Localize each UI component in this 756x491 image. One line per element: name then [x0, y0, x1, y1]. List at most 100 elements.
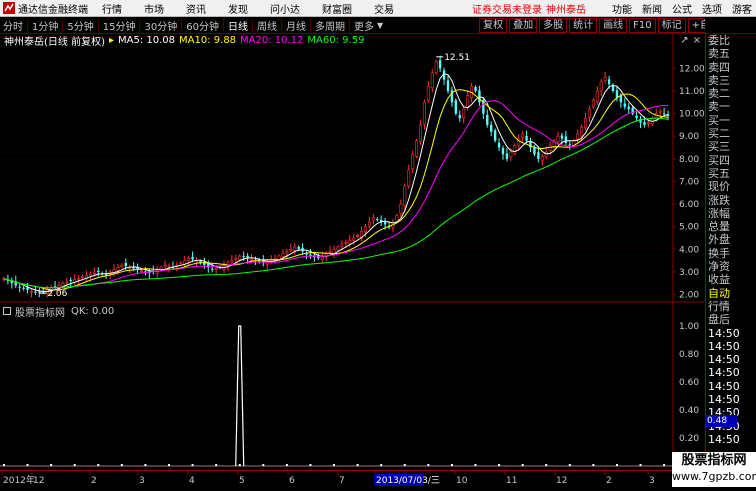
- close-icon[interactable]: ×: [693, 35, 701, 46]
- period-weekly[interactable]: 周线: [254, 18, 280, 33]
- candle-body: [466, 95, 470, 108]
- candle-body: [478, 90, 481, 103]
- divider: [181, 19, 183, 31]
- period-15min[interactable]: 15分钟: [100, 18, 139, 33]
- draw-line-button[interactable]: 画线: [599, 17, 628, 33]
- period-60min[interactable]: 60分钟: [183, 18, 222, 33]
- indicator-tick-label: 1.00: [679, 322, 699, 332]
- price-tick-label: 7.00: [679, 177, 699, 187]
- menu-discover[interactable]: 发现: [228, 1, 248, 16]
- candle-body: [658, 111, 662, 113]
- candle-body: [584, 117, 588, 129]
- menu-ask[interactable]: 问小达: [270, 1, 300, 16]
- period-1min[interactable]: 1分钟: [29, 18, 61, 33]
- candle-body: [572, 140, 576, 146]
- candle-body: [273, 257, 277, 260]
- quote-label-bid2: 买二: [708, 127, 730, 141]
- candle-body: [623, 103, 627, 107]
- mark-button[interactable]: 标记: [657, 17, 686, 33]
- price-tick-label: 12.00: [679, 64, 704, 74]
- indicator-tick-label: 0.60: [679, 378, 699, 388]
- x-tick-label: 2: [606, 476, 612, 486]
- menu-news-right[interactable]: 新闻: [642, 1, 662, 16]
- x-tick-label: 2013/07/03/三: [376, 476, 440, 486]
- divider: [309, 19, 311, 31]
- settings-icon[interactable]: ▸: [109, 35, 114, 46]
- price-tick-label: 3.00: [679, 268, 699, 278]
- candle-body: [363, 226, 367, 233]
- x-tick-label: 6: [289, 476, 295, 486]
- multi-stock-button[interactable]: 多股: [539, 17, 568, 33]
- period-5min[interactable]: 5分钟: [64, 18, 96, 33]
- indicator-square-icon[interactable]: [3, 307, 11, 315]
- candle-body: [116, 267, 120, 271]
- candle-body: [560, 135, 564, 139]
- period-30min[interactable]: 30分钟: [141, 18, 180, 33]
- menu-quotes[interactable]: 行情: [102, 1, 122, 16]
- period-daily[interactable]: 日线: [225, 18, 251, 33]
- candle-body: [462, 108, 466, 119]
- candle-body: [635, 115, 638, 119]
- guest-label[interactable]: 游客: [732, 1, 752, 16]
- quote-label-outer: 外盘: [708, 233, 730, 247]
- x-tick-label: 11: [506, 476, 517, 486]
- x-tick-label: 2012年: [3, 474, 35, 486]
- candle-body: [297, 246, 300, 250]
- menu-wealth[interactable]: 财富圈: [322, 1, 352, 16]
- quote-label-bid3: 买三: [708, 140, 730, 154]
- period-intraday[interactable]: 分时: [0, 18, 26, 33]
- divider: [251, 19, 253, 31]
- period-multi[interactable]: 多周期: [312, 18, 348, 33]
- x-tick-label: 5: [239, 476, 245, 486]
- candle-body: [250, 259, 254, 261]
- candle-body: [430, 72, 434, 89]
- menu-market[interactable]: 市场: [144, 1, 164, 16]
- candle-body: [230, 260, 234, 263]
- statistics-button[interactable]: 统计: [569, 17, 598, 33]
- menu-trade[interactable]: 交易: [374, 1, 394, 16]
- candle-body: [474, 87, 477, 91]
- candle-body: [340, 244, 344, 247]
- menu-news[interactable]: 资讯: [186, 1, 206, 16]
- menu-formula[interactable]: 公式: [672, 1, 692, 16]
- login-status[interactable]: 证券交易未登录: [472, 1, 542, 16]
- candle-body: [580, 126, 584, 137]
- f10-button[interactable]: F10: [629, 17, 656, 33]
- kline-chart[interactable]: 12.00 11.00 10.00 9.00 8.00 7.00 6.00 5.00 4.00 3…: [0, 34, 704, 470]
- candle-body: [132, 267, 135, 269]
- candle-body: [540, 156, 544, 161]
- chevron-down-icon[interactable]: ▼: [377, 21, 383, 30]
- candle-body: [81, 276, 85, 278]
- tick-row: 14:50: [708, 432, 740, 446]
- period-more[interactable]: 更多: [351, 18, 377, 33]
- menu-functions[interactable]: 功能: [612, 1, 632, 16]
- candle-body: [603, 77, 607, 81]
- candle-body: [537, 152, 540, 159]
- candle-body: [191, 256, 194, 260]
- quote-label-netasset: 净资: [708, 260, 730, 274]
- menu-options[interactable]: 选项: [702, 1, 722, 16]
- divider: [280, 19, 282, 31]
- divider: [348, 19, 350, 31]
- candle-body: [556, 135, 560, 142]
- price-tick-label: 10.00: [679, 110, 704, 120]
- expand-icon[interactable]: ↗: [680, 35, 688, 46]
- adjust-button[interactable]: 复权: [479, 17, 508, 33]
- candle-body: [348, 239, 352, 245]
- quote-label-ask5: 卖五: [708, 47, 730, 61]
- period-monthly[interactable]: 月线: [283, 18, 309, 33]
- candle-body: [403, 185, 407, 206]
- candle-body: [34, 291, 37, 293]
- candle-body: [61, 282, 65, 287]
- indicator-title: 股票指标网: [15, 307, 65, 319]
- high-price-label: 12.51: [444, 53, 470, 63]
- candle-body: [285, 251, 289, 254]
- quote-label-ratio: 委比: [708, 34, 730, 47]
- x-tick-label: 12: [33, 476, 44, 486]
- period-toolbar: 分时 1分钟 5分钟 15分钟 30分钟 60分钟 日线 周线 月线 多周期 更…: [0, 17, 756, 34]
- tick-row: 14:50: [708, 393, 740, 407]
- overlay-button[interactable]: 叠加: [509, 17, 538, 33]
- candle-body: [352, 237, 356, 241]
- candle-body: [591, 99, 595, 108]
- candle-body: [163, 264, 167, 267]
